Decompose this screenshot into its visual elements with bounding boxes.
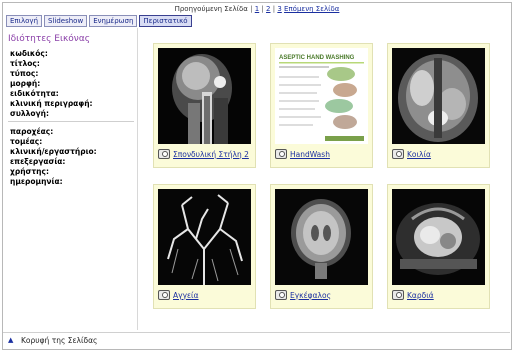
camera-icon[interactable] xyxy=(392,290,404,300)
thumbnail-image[interactable]: ASEPTIC HAND WASHING xyxy=(275,48,368,144)
field-label: τύπος: xyxy=(10,69,39,78)
pager-separator: | xyxy=(250,5,253,13)
thumbnail-card[interactable]: Σπονδυλική Στήλη 2 xyxy=(153,43,256,168)
thumbnail-link[interactable]: Καρδιά xyxy=(407,291,434,300)
thumbnail-image[interactable] xyxy=(392,189,485,285)
select-button[interactable]: Επιλογή xyxy=(6,15,43,27)
field-label: ημερομηνία: xyxy=(10,177,63,186)
field-label: μορφή: xyxy=(10,79,41,88)
field-label: παροχέας: xyxy=(10,127,54,136)
thumbnail-link[interactable]: Κοιλία xyxy=(407,150,431,159)
pager-next[interactable]: Επόμενη Σελίδα xyxy=(284,5,339,13)
slideshow-button[interactable]: Slideshow xyxy=(44,15,88,27)
update-button[interactable]: Ενημέρωση xyxy=(89,15,138,27)
thumbnail-image[interactable] xyxy=(158,189,251,285)
page-footer: ▲ Κορυφή της Σελίδας xyxy=(3,332,510,349)
thumbnail-card[interactable]: Κοιλία xyxy=(387,43,490,168)
pager-separator: | xyxy=(272,5,276,13)
field-label: κλινική περιγραφή: xyxy=(10,99,93,108)
divider xyxy=(8,121,134,122)
properties-list: κωδικός: τίτλος: τύπος: μορφή: ειδικότητ… xyxy=(10,49,93,119)
poster-title: ASEPTIC HAND WASHING xyxy=(279,55,355,61)
thumbnail-caption: Κοιλία xyxy=(392,149,431,159)
thumbnail-caption: Αγγεία xyxy=(158,290,199,300)
thumbnail-card[interactable]: Καρδιά xyxy=(387,184,490,309)
field-label: επεξεργασία: xyxy=(10,157,66,166)
pagination: Προηγούμενη Σελίδα | 1 | 2 | 3 Επόμενη Σ… xyxy=(0,5,514,13)
image-properties-panel: Ιδιότητες Εικόνας κωδικός: τίτλος: τύπος… xyxy=(4,28,138,330)
thumbnail-link[interactable]: HandWash xyxy=(290,150,330,159)
back-to-top-link[interactable]: Κορυφή της Σελίδας xyxy=(21,336,97,345)
thumbnail-card[interactable]: Αγγεία xyxy=(153,184,256,309)
case-button[interactable]: Περιστατικό xyxy=(139,15,192,27)
camera-icon[interactable] xyxy=(275,290,287,300)
camera-icon[interactable] xyxy=(158,149,170,159)
field-label: τίτλος: xyxy=(10,59,40,68)
thumbnail-caption: HandWash xyxy=(275,149,330,159)
thumbnail-link[interactable]: Σπονδυλική Στήλη 2 xyxy=(173,150,249,159)
toolbar: Επιλογή Slideshow Ενημέρωση Περιστατικό xyxy=(6,15,192,27)
camera-icon[interactable] xyxy=(158,290,170,300)
field-label: συλλογή: xyxy=(10,109,49,118)
field-label: τομέας: xyxy=(10,137,43,146)
pager-prev: Προηγούμενη Σελίδα xyxy=(174,5,248,13)
pager-separator: | xyxy=(261,5,264,13)
thumbnail-caption: Σπονδυλική Στήλη 2 xyxy=(158,149,249,159)
field-label: κωδικός: xyxy=(10,49,48,58)
thumbnail-image[interactable] xyxy=(392,48,485,144)
thumbnail-image[interactable] xyxy=(158,48,251,144)
pager-page-1[interactable]: 1 xyxy=(255,5,259,13)
thumbnail-caption: Εγκέφαλος xyxy=(275,290,331,300)
panel-title: Ιδιότητες Εικόνας xyxy=(8,34,91,44)
field-label: ειδικότητα: xyxy=(10,89,59,98)
thumbnail-link[interactable]: Εγκέφαλος xyxy=(290,291,331,300)
thumbnail-card[interactable]: ASEPTIC HAND WASHING HandWash xyxy=(270,43,373,168)
camera-icon[interactable] xyxy=(275,149,287,159)
thumbnail-card[interactable]: Εγκέφαλος xyxy=(270,184,373,309)
pager-page-2[interactable]: 2 xyxy=(266,5,270,13)
field-label: χρήστης: xyxy=(10,167,49,176)
thumbnail-caption: Καρδιά xyxy=(392,290,434,300)
thumbnail-link[interactable]: Αγγεία xyxy=(173,291,199,300)
field-label: κλινική/εργαστήριο: xyxy=(10,147,97,156)
pager-page-3[interactable]: 3 xyxy=(277,5,281,13)
camera-icon[interactable] xyxy=(392,149,404,159)
thumbnail-image[interactable] xyxy=(275,189,368,285)
properties-list: παροχέας: τομέας: κλινική/εργαστήριο: επ… xyxy=(10,127,97,187)
up-arrow-icon[interactable]: ▲ xyxy=(8,336,13,344)
